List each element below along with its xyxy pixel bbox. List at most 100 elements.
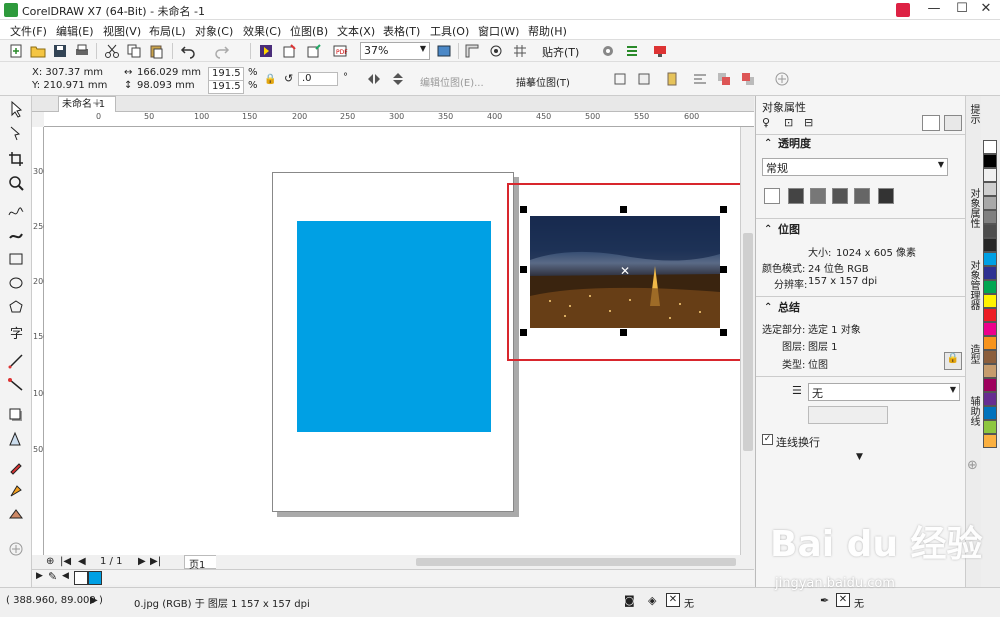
palette-swatch[interactable]	[983, 168, 997, 182]
palette-swatch[interactable]	[983, 350, 997, 364]
scale-height-field[interactable]: 191.5	[208, 80, 244, 94]
palette-swatch[interactable]	[983, 196, 997, 210]
show-guidelines-icon[interactable]	[488, 43, 504, 59]
trace-bitmap-button[interactable]: 描摹位图(T)	[516, 74, 570, 89]
options-icon[interactable]	[600, 43, 616, 59]
fountain-transparency-button[interactable]	[810, 188, 826, 204]
lock-icon[interactable]: 🔒	[944, 352, 962, 370]
interactive-fill-tool-icon[interactable]	[7, 482, 25, 500]
palette-swatch[interactable]	[983, 406, 997, 420]
tab-shaping[interactable]: 造型	[967, 344, 981, 364]
horizontal-ruler[interactable]: 0 50 100 150 200 250 300 350 400 450 500…	[44, 112, 754, 127]
next-page-icon[interactable]: ▶	[138, 556, 146, 567]
smart-fill-tool-icon[interactable]	[7, 506, 25, 524]
menu-view[interactable]: 视图(V)	[103, 23, 141, 39]
palette-swatch[interactable]	[983, 336, 997, 350]
texture-transparency-button[interactable]	[878, 188, 894, 204]
publish-pdf-icon[interactable]: PDF	[332, 43, 348, 59]
vertical-scroll-thumb[interactable]	[743, 233, 753, 451]
menu-layout[interactable]: 布局(L)	[149, 23, 186, 39]
palette-swatch[interactable]	[983, 364, 997, 378]
palette-swatch[interactable]	[983, 238, 997, 252]
menu-bitmaps[interactable]: 位图(B)	[290, 23, 328, 39]
color-proof-icon[interactable]: ◙	[624, 594, 635, 607]
wrap-text-select[interactable]: 无 ▼	[808, 383, 960, 401]
expand-more-icon[interactable]: ▼	[856, 452, 863, 462]
redo-icon[interactable]	[214, 43, 230, 59]
transparency-section-header[interactable]: ⌃ 透明度	[756, 134, 966, 154]
tab-object-properties[interactable]: 对象属性	[967, 188, 981, 228]
pick-tool-icon[interactable]	[7, 100, 25, 118]
selection-handle-w[interactable]	[520, 266, 527, 273]
width-field[interactable]: 166.029 mm	[137, 67, 201, 78]
mirror-vertical-icon[interactable]	[390, 71, 406, 87]
drawing-canvas[interactable]: ✕	[44, 127, 740, 555]
blue-rectangle[interactable]	[297, 221, 491, 432]
no-color-swatch[interactable]	[74, 571, 88, 585]
show-rulers-icon[interactable]	[464, 43, 480, 59]
palette-swatch[interactable]	[983, 140, 997, 154]
horizontal-scrollbar[interactable]	[216, 555, 754, 569]
outline-tab-icon[interactable]: ⊡	[784, 116, 793, 129]
menu-edit[interactable]: 编辑(E)	[56, 23, 94, 39]
edit-bitmap-button[interactable]: 编辑位图(E)...	[420, 74, 484, 89]
fill-none-swatch[interactable]: ✕	[666, 593, 680, 607]
to-front-icon[interactable]	[716, 71, 732, 87]
menu-table[interactable]: 表格(T)	[383, 23, 420, 39]
palette-swatch[interactable]	[983, 294, 997, 308]
x-position-field[interactable]: X: 307.37 mm	[32, 67, 103, 78]
menu-help[interactable]: 帮助(H)	[528, 23, 567, 39]
add-page-icon[interactable]: ⊕	[46, 556, 54, 567]
palette-swatch[interactable]	[983, 420, 997, 434]
summary-tab-icon[interactable]	[922, 115, 940, 131]
full-screen-preview-icon[interactable]	[436, 43, 452, 59]
bitmap-pattern-transparency-button[interactable]	[854, 188, 870, 204]
drop-shadow-tool-icon[interactable]	[7, 406, 25, 424]
show-grid-icon[interactable]	[512, 43, 528, 59]
palette-swatch[interactable]	[983, 252, 997, 266]
selection-handle-se[interactable]	[720, 329, 727, 336]
last-page-icon[interactable]: ▶|	[150, 556, 161, 567]
play-icon[interactable]: ▶	[90, 595, 98, 606]
outline-none-swatch[interactable]: ✕	[836, 593, 850, 607]
first-page-icon[interactable]: |◀	[60, 556, 71, 567]
vertical-scrollbar[interactable]	[740, 127, 754, 555]
y-position-field[interactable]: Y: 210.971 mm	[32, 80, 107, 91]
fill-icon[interactable]: ◈	[648, 594, 656, 607]
menu-object[interactable]: 对象(C)	[195, 23, 233, 39]
vertical-ruler[interactable]: 300 250 200 150 100 50	[32, 127, 48, 555]
palette-swatch[interactable]	[983, 210, 997, 224]
palette-swatch[interactable]	[983, 308, 997, 322]
palette-swatch[interactable]	[983, 154, 997, 168]
selection-handle-e[interactable]	[720, 266, 727, 273]
prev-page-icon[interactable]: ◀	[78, 556, 86, 567]
menu-file[interactable]: 文件(F)	[10, 23, 47, 39]
resample-icon[interactable]	[636, 71, 652, 87]
lock-ratio-icon[interactable]: 🔒	[264, 74, 276, 85]
user-icon[interactable]	[896, 3, 910, 17]
to-back-icon[interactable]	[740, 71, 756, 87]
palette-swatch[interactable]	[983, 322, 997, 336]
rectangle-tool-icon[interactable]	[7, 250, 25, 268]
undo-icon[interactable]	[180, 43, 196, 59]
cut-icon[interactable]	[104, 43, 120, 59]
selection-handle-s[interactable]	[620, 329, 627, 336]
eyedropper-tool-icon[interactable]	[7, 458, 25, 476]
rotation-center-icon[interactable]: ✕	[620, 264, 630, 278]
artistic-media-tool-icon[interactable]	[7, 226, 25, 244]
vector-pattern-transparency-button[interactable]	[832, 188, 848, 204]
mirror-horizontal-icon[interactable]	[366, 71, 382, 87]
tab-hints[interactable]: 提示	[967, 104, 981, 124]
snap-to-menu[interactable]: 贴齐(T)	[542, 44, 579, 60]
menu-window[interactable]: 窗口(W)	[478, 23, 519, 39]
height-field[interactable]: 98.093 mm	[137, 80, 195, 91]
uniform-transparency-button[interactable]	[788, 188, 804, 204]
outline-pen-icon[interactable]: ✒	[820, 594, 829, 607]
shape-tool-icon[interactable]	[7, 124, 25, 142]
scroll-left-icon[interactable]: ◀	[62, 571, 69, 581]
menu-text[interactable]: 文本(X)	[337, 23, 375, 39]
zoom-tool-icon[interactable]	[7, 174, 25, 192]
palette-swatch[interactable]	[983, 280, 997, 294]
menu-tools[interactable]: 工具(O)	[430, 23, 469, 39]
wrap-text-icon[interactable]	[692, 71, 708, 87]
